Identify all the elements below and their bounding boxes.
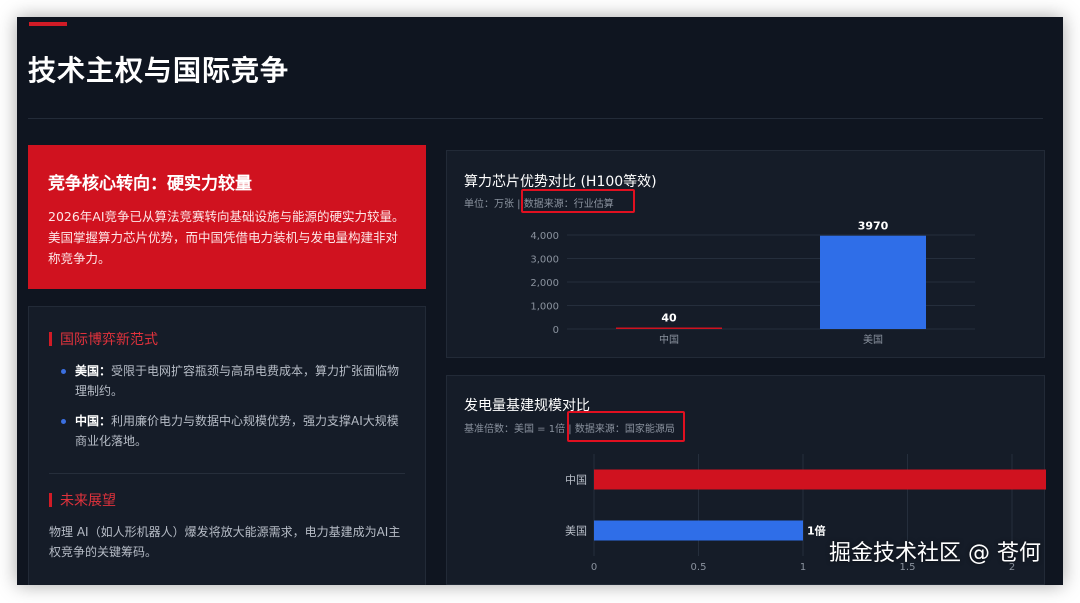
x-tick-label: 美国 <box>863 333 883 346</box>
y-tick-label: 中国 <box>565 474 587 487</box>
analysis-panel: 国际博弈新范式 美国：受限于电网扩容瓶颈与高昂电费成本，算力扩张面临物理制约。 … <box>28 306 426 585</box>
y-tick-label: 1,000 <box>530 302 559 313</box>
highlight-box <box>521 189 635 213</box>
list-item: 美国：受限于电网扩容瓶颈与高昂电费成本，算力扩张面临物理制约。 <box>61 361 405 401</box>
x-tick-label: 中国 <box>659 333 679 346</box>
highlight-box <box>567 411 685 442</box>
list-item-label: 美国： <box>75 364 112 378</box>
slide: 技术主权与国际竞争 竞争核心转向：硬实力较量 2026年AI竞争已从算法竞赛转向… <box>17 17 1063 585</box>
x-tick-label: 0.5 <box>691 562 707 573</box>
data-label: 1倍 <box>807 524 826 538</box>
list-item-text: 中国：利用廉价电力与数据中心规模优势，强力支撑AI大规模商业化落地。 <box>75 411 405 451</box>
summary-body: 2026年AI竞争已从算法竞赛转向基础设施与能源的硬实力较量。美国掌握算力芯片优… <box>48 209 405 266</box>
list-item-body: 受限于电网扩容瓶颈与高昂电费成本，算力扩张面临物理制约。 <box>75 364 400 398</box>
title-divider <box>28 118 1043 119</box>
bar <box>594 520 803 541</box>
watermark: 掘金技术社区 @ 苍何 <box>829 541 1041 566</box>
bar <box>820 235 926 329</box>
list-item-body: 利用廉价电力与数据中心规模优势，强力支撑AI大规模商业化落地。 <box>75 414 399 448</box>
bar <box>616 327 722 329</box>
bullet-dot-icon <box>61 419 66 424</box>
bullet-dot-icon <box>61 369 66 374</box>
x-tick-label: 1 <box>800 562 806 573</box>
y-tick-label: 2,000 <box>530 278 559 289</box>
outlook-section-title: 未来展望 <box>49 490 405 510</box>
bar <box>594 469 1046 490</box>
title-accent-bar <box>29 22 67 26</box>
list-item: 中国：利用廉价电力与数据中心规模优势，强力支撑AI大规模商业化落地。 <box>61 411 405 451</box>
list-item-label: 中国： <box>75 414 112 428</box>
game-section-title: 国际博弈新范式 <box>49 329 405 349</box>
page-title: 技术主权与国际竞争 <box>28 54 290 87</box>
data-label: 40 <box>661 312 677 325</box>
x-tick-label: 0 <box>591 562 597 573</box>
y-tick-label: 3,000 <box>530 255 559 266</box>
y-tick-label: 4,000 <box>530 231 559 242</box>
outlook-section-label: 未来展望 <box>60 493 116 509</box>
chip-chart-title: 算力芯片优势对比 (H100等效) <box>464 174 657 190</box>
y-tick-label: 0 <box>553 325 559 336</box>
section-marker <box>49 493 52 507</box>
chip-chart-card: 0 1,000 2,000 3,000 4,000 40 中国 3970 美国 算力芯片优势对比… <box>446 150 1045 358</box>
outlook-text: 物理 AI（如人形机器人）爆发将放大能源需求，电力基建成为AI主权竞争的关键筹码… <box>49 525 401 559</box>
list-item-text: 美国：受限于电网扩容瓶颈与高昂电费成本，算力扩张面临物理制约。 <box>75 361 405 401</box>
data-label: 3970 <box>858 220 889 233</box>
section-marker <box>49 332 52 346</box>
game-section-label: 国际博弈新范式 <box>60 332 158 348</box>
section-divider <box>49 473 405 474</box>
summary-title: 竞争核心转向：硬实力较量 <box>48 174 252 194</box>
y-tick-label: 美国 <box>565 525 587 538</box>
summary-card: 竞争核心转向：硬实力较量 2026年AI竞争已从算法竞赛转向基础设施与能源的硬实… <box>28 145 426 289</box>
